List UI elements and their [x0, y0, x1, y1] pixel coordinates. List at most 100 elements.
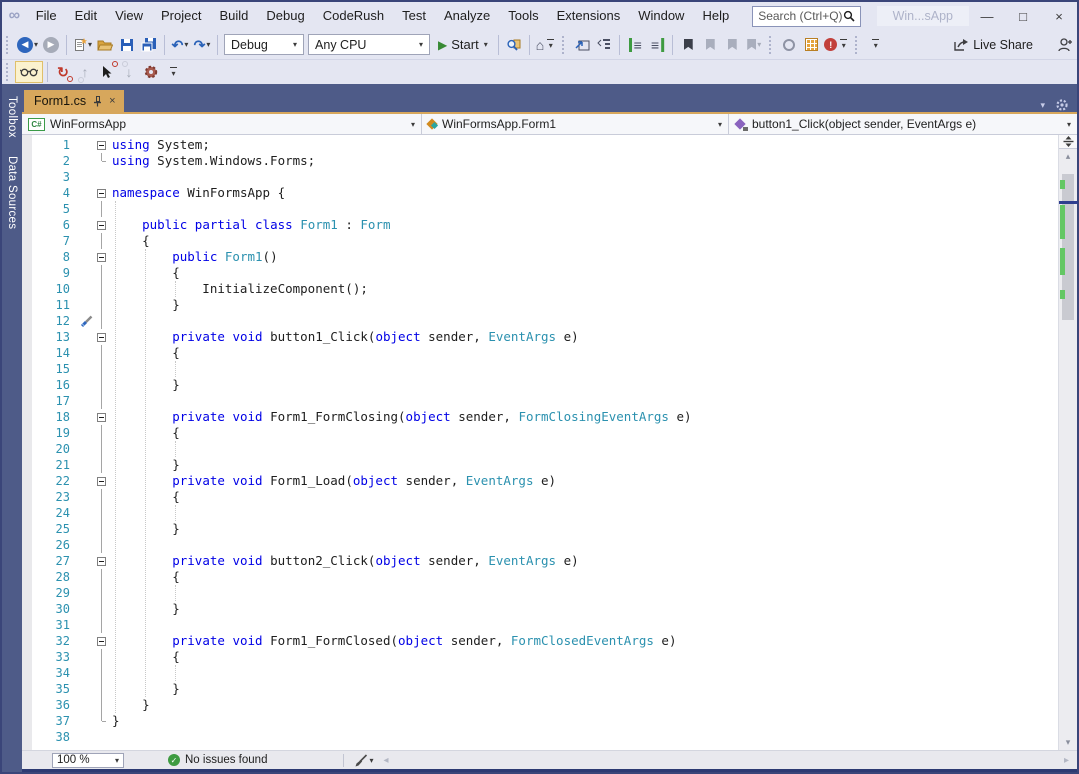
coderush-visualize-toggle[interactable] — [15, 61, 43, 83]
vertical-scrollbar[interactable]: ▴ ▾ — [1058, 135, 1077, 750]
outline-collapse-box[interactable] — [94, 409, 108, 425]
code-editor[interactable]: 1using System;2using System.Windows.Form… — [22, 135, 1058, 750]
scroll-left-arrow[interactable]: ◂ — [383, 755, 388, 766]
code-line[interactable]: 5 — [22, 201, 1058, 217]
menu-tools[interactable]: Tools — [499, 3, 547, 29]
scroll-down-arrow[interactable]: ▾ — [1059, 735, 1077, 750]
member-dropdown[interactable]: button1_Click(object sender, EventArgs e… — [729, 114, 1077, 134]
code-line[interactable]: 33 { — [22, 649, 1058, 665]
document-outline-button[interactable] — [593, 33, 615, 57]
open-file-button[interactable] — [94, 33, 116, 57]
code-line[interactable]: 9 { — [22, 265, 1058, 281]
project-dropdown[interactable]: C# WinFormsApp ▾ — [22, 114, 422, 134]
menu-coderush[interactable]: CodeRush — [314, 3, 393, 29]
code-line[interactable]: 30 } — [22, 601, 1058, 617]
attach-to-process-button[interactable] — [571, 33, 593, 57]
clear-bookmarks-button[interactable]: ▾ — [743, 33, 765, 57]
find-in-files-button[interactable] — [503, 33, 525, 57]
type-dropdown[interactable]: WinFormsApp.Form1 ▾ — [422, 114, 729, 134]
code-cleanup-button[interactable]: ▾ — [352, 748, 375, 772]
outline-collapse-box[interactable] — [94, 633, 108, 649]
navigate-forward-button[interactable]: ▶ — [40, 33, 62, 57]
toolbar-grip[interactable] — [6, 63, 12, 81]
code-line[interactable]: 14 { — [22, 345, 1058, 361]
menu-project[interactable]: Project — [152, 3, 210, 29]
code-line[interactable]: 8 public Form1() — [22, 249, 1058, 265]
code-line[interactable]: 37} — [22, 713, 1058, 729]
code-line[interactable]: 36 } — [22, 697, 1058, 713]
redo-button[interactable]: ↷▾ — [191, 33, 213, 57]
scroll-right-arrow[interactable]: ▸ — [1064, 755, 1069, 766]
code-line[interactable]: 1using System; — [22, 137, 1058, 153]
menu-edit[interactable]: Edit — [66, 3, 106, 29]
new-file-button[interactable]: ▾ — [71, 33, 94, 57]
code-line[interactable]: 22 private void Form1_Load(object sender… — [22, 473, 1058, 489]
code-line[interactable]: 25 } — [22, 521, 1058, 537]
code-line[interactable]: 31 — [22, 617, 1058, 633]
outline-collapse-box[interactable] — [94, 217, 108, 233]
close-button[interactable]: × — [1041, 2, 1077, 30]
menu-extensions[interactable]: Extensions — [548, 3, 630, 29]
toolbar-grip[interactable] — [769, 36, 775, 54]
menu-view[interactable]: View — [106, 3, 152, 29]
code-line[interactable]: 34 — [22, 665, 1058, 681]
solution-platform-dropdown[interactable]: Any CPU▾ — [308, 34, 430, 55]
solution-configuration-dropdown[interactable]: Debug▾ — [224, 34, 304, 55]
code-line[interactable]: 29 — [22, 585, 1058, 601]
outline-collapse-box[interactable] — [94, 249, 108, 265]
outline-collapse-box[interactable] — [94, 553, 108, 569]
code-line[interactable]: 4namespace WinFormsApp { — [22, 185, 1058, 201]
menu-debug[interactable]: Debug — [257, 3, 313, 29]
code-line[interactable]: 23 { — [22, 489, 1058, 505]
next-bookmark-button[interactable] — [721, 33, 743, 57]
code-line[interactable]: 21 } — [22, 457, 1058, 473]
document-health-indicator[interactable]: ✓ No issues found — [168, 754, 267, 766]
code-line[interactable]: 26 — [22, 537, 1058, 553]
menu-file[interactable]: File — [27, 3, 66, 29]
window-list-chevron-icon[interactable]: ▾ — [1040, 100, 1045, 111]
minimize-button[interactable]: — — [969, 2, 1005, 30]
code-line[interactable]: 6 public partial class Form1 : Form — [22, 217, 1058, 233]
menu-help[interactable]: Help — [693, 3, 738, 29]
code-line[interactable]: 19 { — [22, 425, 1058, 441]
send-feedback-button[interactable] — [1054, 33, 1076, 57]
menu-test[interactable]: Test — [393, 3, 435, 29]
code-line[interactable]: 11 } — [22, 297, 1058, 313]
code-line[interactable]: 38 — [22, 729, 1058, 745]
increase-indent-button[interactable]: ≡ — [646, 33, 668, 57]
toggle-bookmark-button[interactable] — [677, 33, 699, 57]
toolbar-grip[interactable] — [562, 36, 568, 54]
toolbar-overflow-button[interactable]: ▾ — [864, 33, 886, 57]
menu-build[interactable]: Build — [210, 3, 257, 29]
zoom-level-dropdown[interactable]: 100 %▾ — [52, 753, 124, 768]
coderush-previous-marker-button[interactable]: ↑ — [74, 60, 96, 84]
toolbar-grip[interactable] — [6, 36, 12, 54]
code-line[interactable]: 7 { — [22, 233, 1058, 249]
coderush-options-button[interactable] — [140, 60, 162, 84]
margin-screwdriver-marker[interactable] — [78, 313, 94, 329]
code-line[interactable]: 20 — [22, 441, 1058, 457]
toolbar-grip[interactable] — [855, 36, 861, 54]
coderush-refactor-button[interactable]: ↻ — [52, 60, 74, 84]
code-line[interactable]: 28 { — [22, 569, 1058, 585]
code-line[interactable]: 18 private void Form1_FormClosing(object… — [22, 409, 1058, 425]
save-button[interactable] — [116, 33, 138, 57]
sidebar-item-toolbox[interactable]: Toolbox — [6, 96, 18, 138]
pin-icon[interactable] — [93, 96, 102, 107]
code-line[interactable]: 15 — [22, 361, 1058, 377]
code-line[interactable]: 27 private void button2_Click(object sen… — [22, 553, 1058, 569]
code-line[interactable]: 2using System.Windows.Forms; — [22, 153, 1058, 169]
start-debug-button[interactable]: ▶Start▾ — [432, 33, 494, 57]
navigate-back-button[interactable]: ◀▾ — [15, 33, 40, 57]
outline-collapse-box[interactable] — [94, 185, 108, 201]
error-lens-button[interactable]: !▾ — [822, 33, 851, 57]
search-input[interactable]: Search (Ctrl+Q) — [752, 6, 860, 27]
previous-bookmark-button[interactable] — [699, 33, 721, 57]
code-coverage-button[interactable] — [800, 33, 822, 57]
undo-button[interactable]: ↶▾ — [169, 33, 191, 57]
maximize-button[interactable]: □ — [1005, 2, 1041, 30]
coderush-drop-marker-button[interactable] — [96, 60, 118, 84]
code-line[interactable]: 17 — [22, 393, 1058, 409]
code-line[interactable]: 12 — [22, 313, 1058, 329]
close-icon[interactable]: × — [109, 96, 115, 107]
